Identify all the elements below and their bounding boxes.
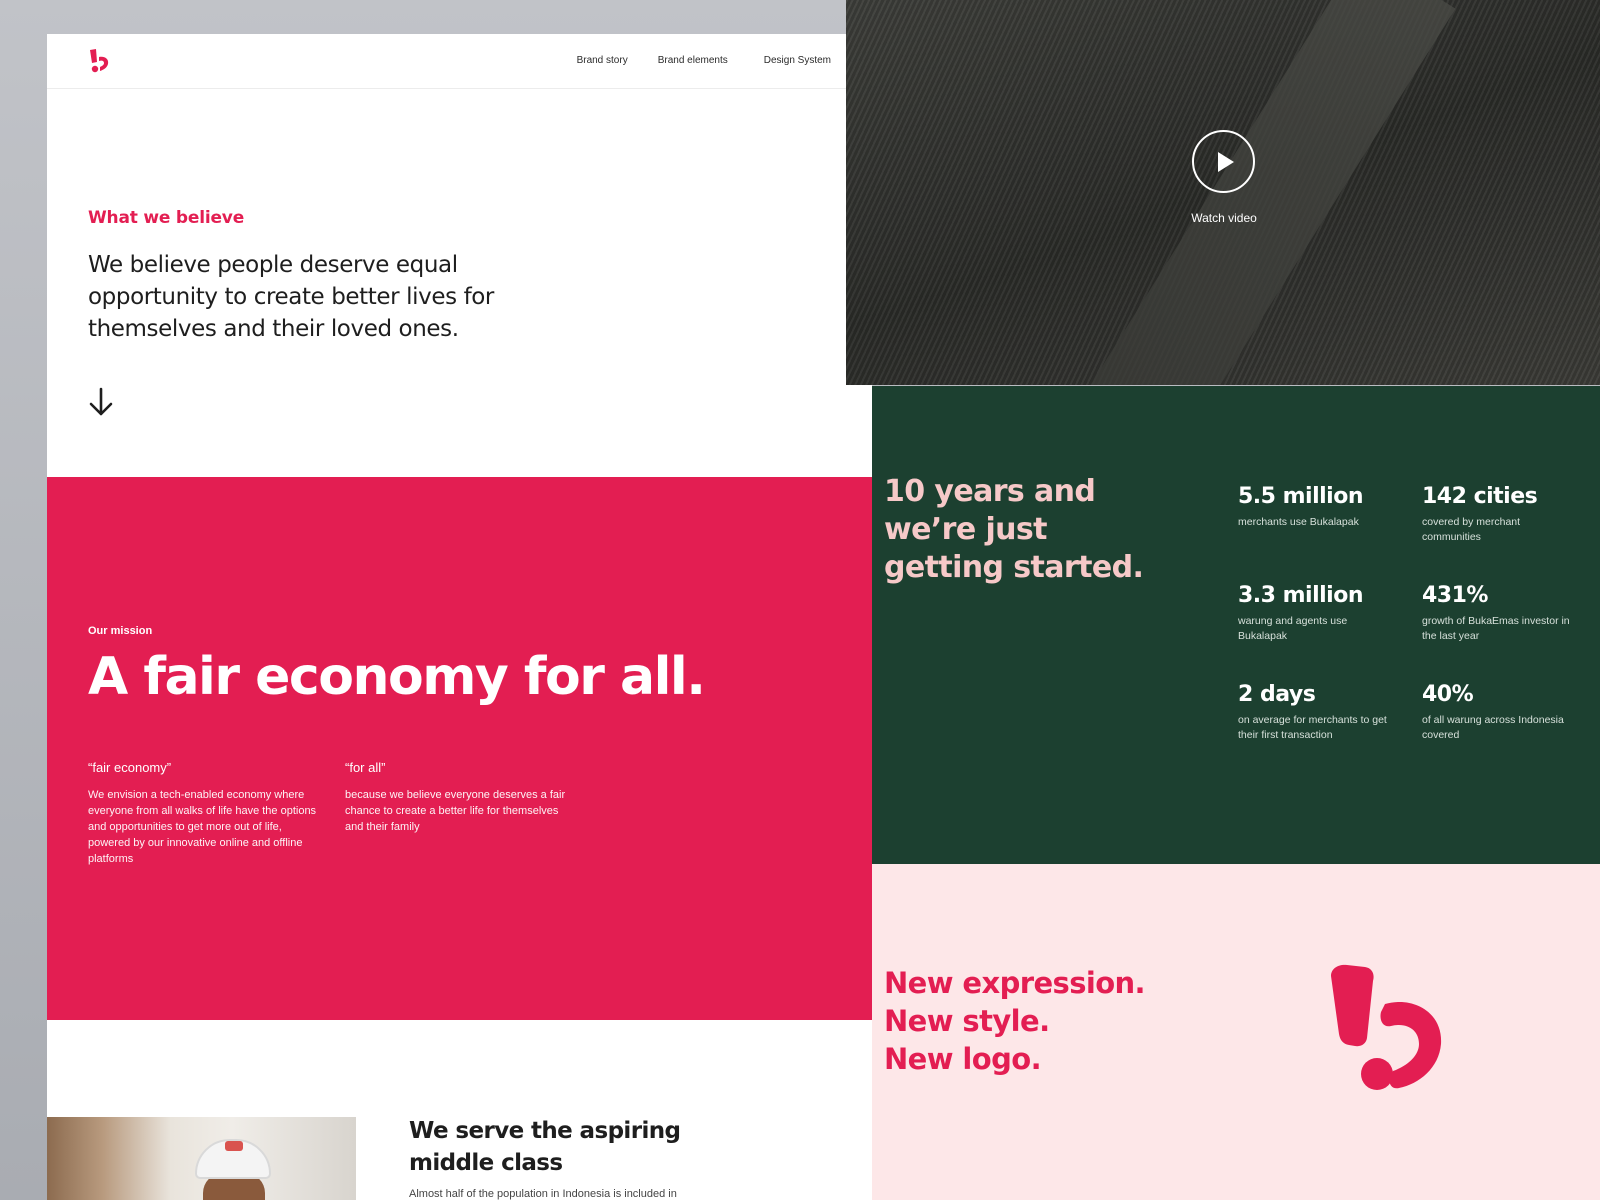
nav-brand-elements[interactable]: Brand elements [658,55,728,66]
stat-value: 2 days [1238,682,1316,707]
new-logo-section: New expression. New style. New logo. [872,864,1600,1200]
stat-item: 142 cities covered by merchant communiti… [1422,483,1572,545]
nav-design-system[interactable]: Design System [764,55,831,66]
stat-item: 2 days on average for merchants to get t… [1238,681,1388,743]
stat-item: 40% of all warung across Indonesia cover… [1422,681,1572,743]
column-heading: “for all” [345,760,386,775]
stat-value: 3.3 million [1238,583,1364,608]
cap-patch [225,1141,243,1151]
merchant-photo [47,1117,356,1200]
stat-value: 40% [1422,682,1474,707]
stat-description: on average for merchants to get their fi… [1238,714,1387,741]
watch-video-label[interactable]: Watch video [1166,211,1282,225]
believe-eyebrow: What we believe [88,208,245,228]
mission-column-fair-economy: “fair economy” We envision a tech-enable… [88,760,318,867]
stat-value: 142 cities [1422,484,1538,509]
stat-item: 431% growth of BukaEmas investor in the … [1422,582,1572,644]
headline-line: New style. [884,1004,1050,1038]
play-button[interactable] [1192,130,1255,193]
stats-headline: 10 years and we’re just getting started. [884,474,1144,585]
mission-label: Our mission [88,625,153,637]
believe-section: What we believe We believe people deserv… [88,208,558,345]
stat-description: warung and agents use Bukalapak [1238,615,1348,642]
brand-page: Brand story Brand elements Design System… [47,34,872,1200]
mission-column-for-all: “for all” because we believe everyone de… [345,760,575,835]
stat-description: of all warung across Indonesia covered [1422,714,1564,741]
column-heading: “fair economy” [88,760,172,775]
stat-item: 3.3 million warung and agents use Bukala… [1238,582,1388,644]
stats-section: 10 years and we’re just getting started.… [872,386,1600,864]
new-logo-headline: New expression. New style. New logo. [884,964,1146,1078]
stat-value: 5.5 million [1238,484,1364,509]
stat-description: merchants use Bukalapak [1238,516,1359,528]
play-icon [1218,152,1234,172]
headline-line: New logo. [884,1042,1042,1076]
video-section: Watch video [846,0,1600,385]
stat-description: covered by merchant communities [1422,516,1521,543]
top-nav: Brand story Brand elements Design System [47,34,872,89]
mission-section: Our mission A fair economy for all. “fai… [47,477,872,1020]
believe-statement: We believe people deserve equal opportun… [88,252,494,342]
stat-value: 431% [1422,583,1488,608]
stat-description: growth of BukaEmas investor in the last … [1422,615,1570,642]
column-body: We envision a tech-enabled economy where… [88,789,317,865]
serve-title: We serve the aspiring middle class [409,1118,681,1176]
nav-brand-story[interactable]: Brand story [577,55,628,66]
mission-title: A fair economy for all. [88,647,706,707]
serve-body: Almost half of the population in Indones… [409,1188,677,1200]
arrow-down-icon[interactable] [88,386,114,418]
stat-item: 5.5 million merchants use Bukalapak [1238,483,1388,530]
nav-links: Brand story Brand elements Design System [577,55,831,66]
column-body: because we believe everyone deserves a f… [345,789,566,833]
bukalapak-logo-icon[interactable] [87,48,111,74]
headline-line: New expression. [884,966,1146,1000]
bukalapak-logo-icon [1331,964,1442,1090]
